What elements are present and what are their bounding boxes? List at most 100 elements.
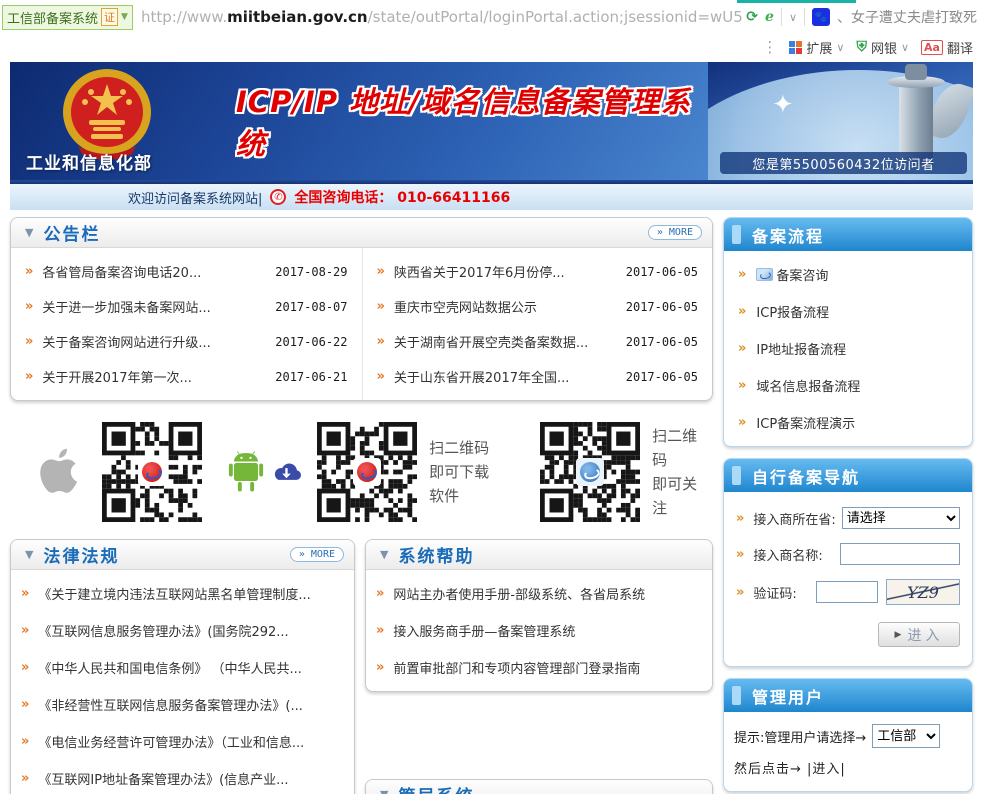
chevron-down-icon[interactable] <box>121 12 128 22</box>
enter-button[interactable]: 进入 <box>878 622 960 647</box>
announcement-link[interactable]: 关于进一步加强未备案网站... <box>42 297 210 316</box>
process-link[interactable]: ICP报备流程 <box>756 302 829 321</box>
laws-more-button[interactable]: » MORE <box>290 547 344 562</box>
law-item[interactable]: 《中华人民共和国电信条例》 （中华人民共... <box>11 649 354 686</box>
translate-menu[interactable]: Aa 翻译 <box>921 38 973 57</box>
ie-compat-icon[interactable] <box>765 9 774 25</box>
bullet-icon <box>377 334 385 349</box>
ministry-name: 工业和信息化部 <box>26 149 152 174</box>
announcement-item[interactable]: 关于湖南省开展空壳类备案数据... 2017-06-05 <box>363 324 713 359</box>
header-accent-bar <box>732 686 741 705</box>
announcement-item[interactable]: 关于进一步加强未备案网站... 2017-08-07 <box>11 289 362 324</box>
law-item[interactable]: 《互联网信息服务管理办法》(国务院292... <box>11 612 354 649</box>
bullet-icon <box>21 771 29 786</box>
help-link[interactable]: 前置审批部门和专项内容管理部门登录指南 <box>393 658 640 677</box>
site-security-button[interactable]: 工信部备案系统 证 <box>2 5 133 30</box>
announcement-link[interactable]: 关于备案咨询网站进行升级... <box>42 332 210 351</box>
admin-enter-hint[interactable]: 然后点击→ |进入| <box>734 758 962 777</box>
announcement-date: 2017-06-05 <box>626 370 698 384</box>
bullet-icon <box>377 299 385 314</box>
extensions-menu[interactable]: 扩展 <box>789 38 844 57</box>
law-link[interactable]: 《关于建立境内违法互联网站黑名单管理制度... <box>38 584 310 603</box>
help-link[interactable]: 网站主办者使用手册-部级系统、各省局系统 <box>393 584 645 603</box>
beian-logo-icon <box>138 458 166 486</box>
bullet-icon <box>738 378 746 393</box>
law-item[interactable]: 《关于建立境内违法互联网站黑名单管理制度... <box>11 575 354 612</box>
law-item[interactable]: 《电信业务经营许可管理办法》（工业和信息... <box>11 723 354 760</box>
law-item[interactable]: 《非经营性互联网信息服务备案管理办法》(... <box>11 686 354 723</box>
admin-title: 管理用户 <box>752 684 824 708</box>
announcement-item[interactable]: 关于开展2017年第一次... 2017-06-21 <box>11 359 362 394</box>
announcement-link[interactable]: 陕西省关于2017年6月份停... <box>394 262 565 281</box>
process-item[interactable]: 备案咨询 <box>724 256 972 293</box>
process-link[interactable]: IP地址报备流程 <box>756 339 846 358</box>
bullet-icon <box>25 334 33 349</box>
translate-label: 翻译 <box>947 38 973 57</box>
law-link[interactable]: 《电信业务经营许可管理办法》（工业和信息... <box>38 732 304 751</box>
selfnav-panel: 自行备案导航 接入商所在省: 请选择 接入商名称: <box>723 458 973 667</box>
bullet-icon <box>25 264 33 279</box>
process-item[interactable]: ICP报备流程 <box>724 293 972 330</box>
announcement-item[interactable]: 关于备案咨询网站进行升级... 2017-06-22 <box>11 324 362 359</box>
banking-menu[interactable]: 网银 <box>856 38 909 57</box>
extensions-label: 扩展 <box>806 38 832 57</box>
search-suggestion[interactable]: 、女子遭丈夫虐打致死 <box>837 7 977 27</box>
qr-code-follow <box>540 422 640 522</box>
bullet-icon <box>738 304 746 319</box>
isp-name-input[interactable] <box>840 543 960 565</box>
bullet-icon <box>736 511 744 526</box>
province-label: 接入商所在省: <box>753 509 835 528</box>
help-link[interactable]: 接入服务商手册—备案管理系统 <box>393 621 575 640</box>
consult-badge-icon <box>756 268 773 281</box>
qr-code-section: 扫二维码 即可下载软件 扫二维码 即可关注 <box>36 413 713 531</box>
announcement-item[interactable]: 重庆市空壳网站数据公示 2017-06-05 <box>363 289 713 324</box>
process-link[interactable]: ICP备案流程演示 <box>756 413 855 432</box>
captcha-image[interactable]: YZ9 <box>886 579 960 605</box>
announcement-item[interactable]: 陕西省关于2017年6月份停... 2017-06-05 <box>363 254 713 289</box>
announcement-item[interactable]: 各省管局备案咨询电话20... 2017-08-29 <box>11 254 362 289</box>
bullet-icon <box>21 697 29 712</box>
law-link[interactable]: 《非经营性互联网信息服务备案管理办法》(... <box>38 695 302 714</box>
bullet-icon <box>377 264 385 279</box>
help-item[interactable]: 网站主办者使用手册-部级系统、各省局系统 <box>366 575 712 612</box>
site-button-label: 工信部备案系统 <box>7 8 98 27</box>
law-item[interactable]: 《互联网IP地址备案管理办法》(信息产业... <box>11 760 354 794</box>
help-item[interactable]: 前置审批部门和专项内容管理部门登录指南 <box>366 649 712 686</box>
admin-user-select[interactable]: 工信部 <box>872 724 940 748</box>
overflow-menu-icon[interactable] <box>762 38 777 56</box>
announcement-date: 2017-08-29 <box>275 265 347 279</box>
isp-label: 接入商名称: <box>753 545 822 564</box>
bullet-icon <box>738 415 746 430</box>
announcement-date: 2017-06-22 <box>275 335 347 349</box>
law-link[interactable]: 《互联网信息服务管理办法》(国务院292... <box>38 621 288 640</box>
android-logo-icon <box>228 445 264 499</box>
address-bar[interactable]: http://www.miitbeian.gov.cn/state/outPor… <box>141 8 742 26</box>
chevron-down-icon <box>901 41 909 54</box>
apple-logo-icon <box>36 441 80 503</box>
process-link[interactable]: 备案咨询 <box>776 265 828 284</box>
refresh-icon[interactable] <box>746 9 758 25</box>
announcement-link[interactable]: 重庆市空壳网站数据公示 <box>394 297 537 316</box>
province-select[interactable]: 请选择 <box>842 507 960 529</box>
announcement-item[interactable]: 关于山东省开展2017年全国... 2017-06-05 <box>363 359 713 394</box>
announcement-link[interactable]: 关于山东省开展2017年全国... <box>394 367 569 386</box>
announcement-link[interactable]: 各省管局备案咨询电话20... <box>42 262 201 281</box>
admin-panel: 管理用户 提示:管理用户请选择→ 工信部 然后点击→ |进入| <box>723 678 973 792</box>
help-item[interactable]: 接入服务商手册—备案管理系统 <box>366 612 712 649</box>
search-engine-icon[interactable] <box>812 8 830 26</box>
url-domain: miitbeian.gov.cn <box>227 8 368 26</box>
process-item[interactable]: ICP备案流程演示 <box>724 404 972 441</box>
page-title: ICP/IP 地址/域名信息备案管理系统 <box>230 62 708 180</box>
process-item[interactable]: 域名信息报备流程 <box>724 367 972 404</box>
announcement-link[interactable]: 关于湖南省开展空壳类备案数据... <box>394 332 588 351</box>
announcement-link[interactable]: 关于开展2017年第一次... <box>42 367 191 386</box>
announcements-panel: 公告栏 » MORE 各省管局备案咨询电话20... 2017-08-29 关于… <box>10 217 713 401</box>
captcha-input[interactable] <box>816 581 878 603</box>
bullet-icon <box>738 341 746 356</box>
chevron-down-icon[interactable] <box>789 11 797 24</box>
law-link[interactable]: 《互联网IP地址备案管理办法》(信息产业... <box>38 769 288 788</box>
law-link[interactable]: 《中华人民共和国电信条例》 （中华人民共... <box>38 658 302 677</box>
process-link[interactable]: 域名信息报备流程 <box>756 376 860 395</box>
process-item[interactable]: IP地址报备流程 <box>724 330 972 367</box>
announcements-more-button[interactable]: » MORE <box>648 225 702 240</box>
